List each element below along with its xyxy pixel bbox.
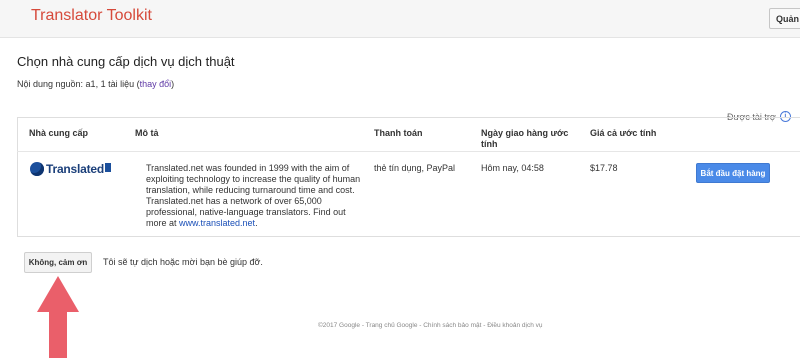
manage-button[interactable]: Quản lý	[769, 8, 800, 29]
payment-value: thẻ tín dụng, PayPal	[374, 163, 456, 173]
change-source-link[interactable]: thay đổi	[140, 79, 172, 89]
delivery-value: Hôm nay, 04:58	[481, 163, 544, 173]
header-description: Mô tả	[135, 128, 159, 138]
header-provider: Nhà cung cấp	[29, 128, 89, 138]
header-delivery: Ngày giao hàng ước tính	[481, 128, 569, 149]
provider-description: Translated.net was founded in 1999 with …	[146, 163, 368, 229]
description-end: .	[255, 218, 258, 228]
source-suffix: )	[171, 79, 175, 89]
logo-badge-icon	[105, 163, 112, 172]
top-header: Translator Toolkit Quản lý	[0, 0, 800, 38]
decline-note: Tôi sẽ tự dịch hoặc mời bạn bè giúp đỡ.	[103, 257, 263, 267]
start-order-button[interactable]: Bắt đầu đặt hàng	[696, 163, 770, 183]
header-price: Giá cả ước tính	[590, 128, 657, 138]
header-divider	[17, 151, 800, 152]
page-title: Chọn nhà cung cấp dịch vụ dịch thuật	[17, 54, 235, 69]
source-content-line: Nội dung nguồn: a1, 1 tài liệu (thay đổi…	[17, 79, 174, 89]
source-prefix: Nội dung nguồn: a1, 1 tài liệu (	[17, 79, 140, 89]
provider-logo: Translated	[30, 162, 112, 176]
provider-website-link[interactable]: www.translated.net	[179, 218, 255, 228]
arrow-shaft	[49, 311, 67, 358]
decline-button[interactable]: Không, cảm ơn	[24, 252, 92, 273]
header-payment: Thanh toán	[374, 128, 423, 138]
footer-links: ©2017 Google - Trang chủ Google - Chính …	[318, 322, 543, 329]
arrow-up-icon	[37, 276, 79, 312]
globe-icon	[30, 162, 44, 176]
price-value: $17.78	[590, 163, 618, 173]
provider-logo-text: Translated	[46, 162, 105, 176]
app-title[interactable]: Translator Toolkit	[31, 7, 152, 25]
